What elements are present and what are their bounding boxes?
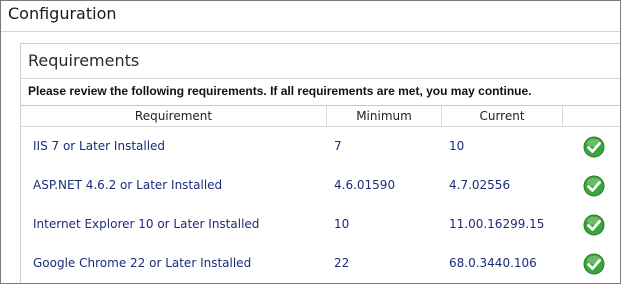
minimum-cell: 4.6.01590 xyxy=(334,178,396,192)
section-title: Requirements xyxy=(28,51,140,70)
table-row[interactable]: Internet Explorer 10 or Later Installed … xyxy=(21,205,620,244)
column-header-current[interactable]: Current xyxy=(442,106,563,126)
requirements-panel: Requirements Please review the following… xyxy=(20,43,620,283)
minimum-cell: 10 xyxy=(334,217,350,231)
table-row[interactable]: IIS 7 or Later Installed 7 10 xyxy=(21,127,620,166)
table-row[interactable]: ASP.NET 4.6.2 or Later Installed 4.6.015… xyxy=(21,166,620,205)
check-circle-icon xyxy=(583,175,605,197)
column-header-minimum[interactable]: Minimum xyxy=(327,106,442,126)
requirement-cell: Internet Explorer 10 or Later Installed xyxy=(33,217,260,231)
current-cell: 68.0.3440.106 xyxy=(449,256,537,270)
page-title: Configuration xyxy=(8,4,117,23)
table-header-row: Requirement Minimum Current xyxy=(21,106,620,127)
section-divider xyxy=(21,78,620,79)
requirement-cell: ASP.NET 4.6.2 or Later Installed xyxy=(33,178,223,192)
minimum-cell: 7 xyxy=(334,139,342,153)
requirement-cell: IIS 7 or Later Installed xyxy=(33,139,166,153)
config-header: Configuration xyxy=(1,1,620,32)
table-row[interactable]: Google Chrome 22 or Later Installed 22 6… xyxy=(21,244,620,283)
instruction-text: Please review the following requirements… xyxy=(28,84,532,98)
requirements-table: Requirement Minimum Current IIS 7 or Lat… xyxy=(21,105,620,283)
current-cell: 10 xyxy=(449,139,465,153)
check-circle-icon xyxy=(583,136,605,158)
configuration-window: Configuration Requirements Please review… xyxy=(0,0,621,284)
check-circle-icon xyxy=(583,214,605,236)
column-header-requirement[interactable]: Requirement xyxy=(21,106,327,126)
status-cell xyxy=(563,166,620,205)
status-cell xyxy=(563,127,620,166)
minimum-cell: 22 xyxy=(334,256,350,270)
requirement-cell: Google Chrome 22 or Later Installed xyxy=(33,256,252,270)
status-cell xyxy=(563,205,620,244)
check-circle-icon xyxy=(583,253,605,275)
current-cell: 4.7.02556 xyxy=(449,178,511,192)
current-cell: 11.00.16299.15 xyxy=(449,217,545,231)
status-cell xyxy=(563,244,620,283)
column-header-status[interactable] xyxy=(563,106,620,126)
